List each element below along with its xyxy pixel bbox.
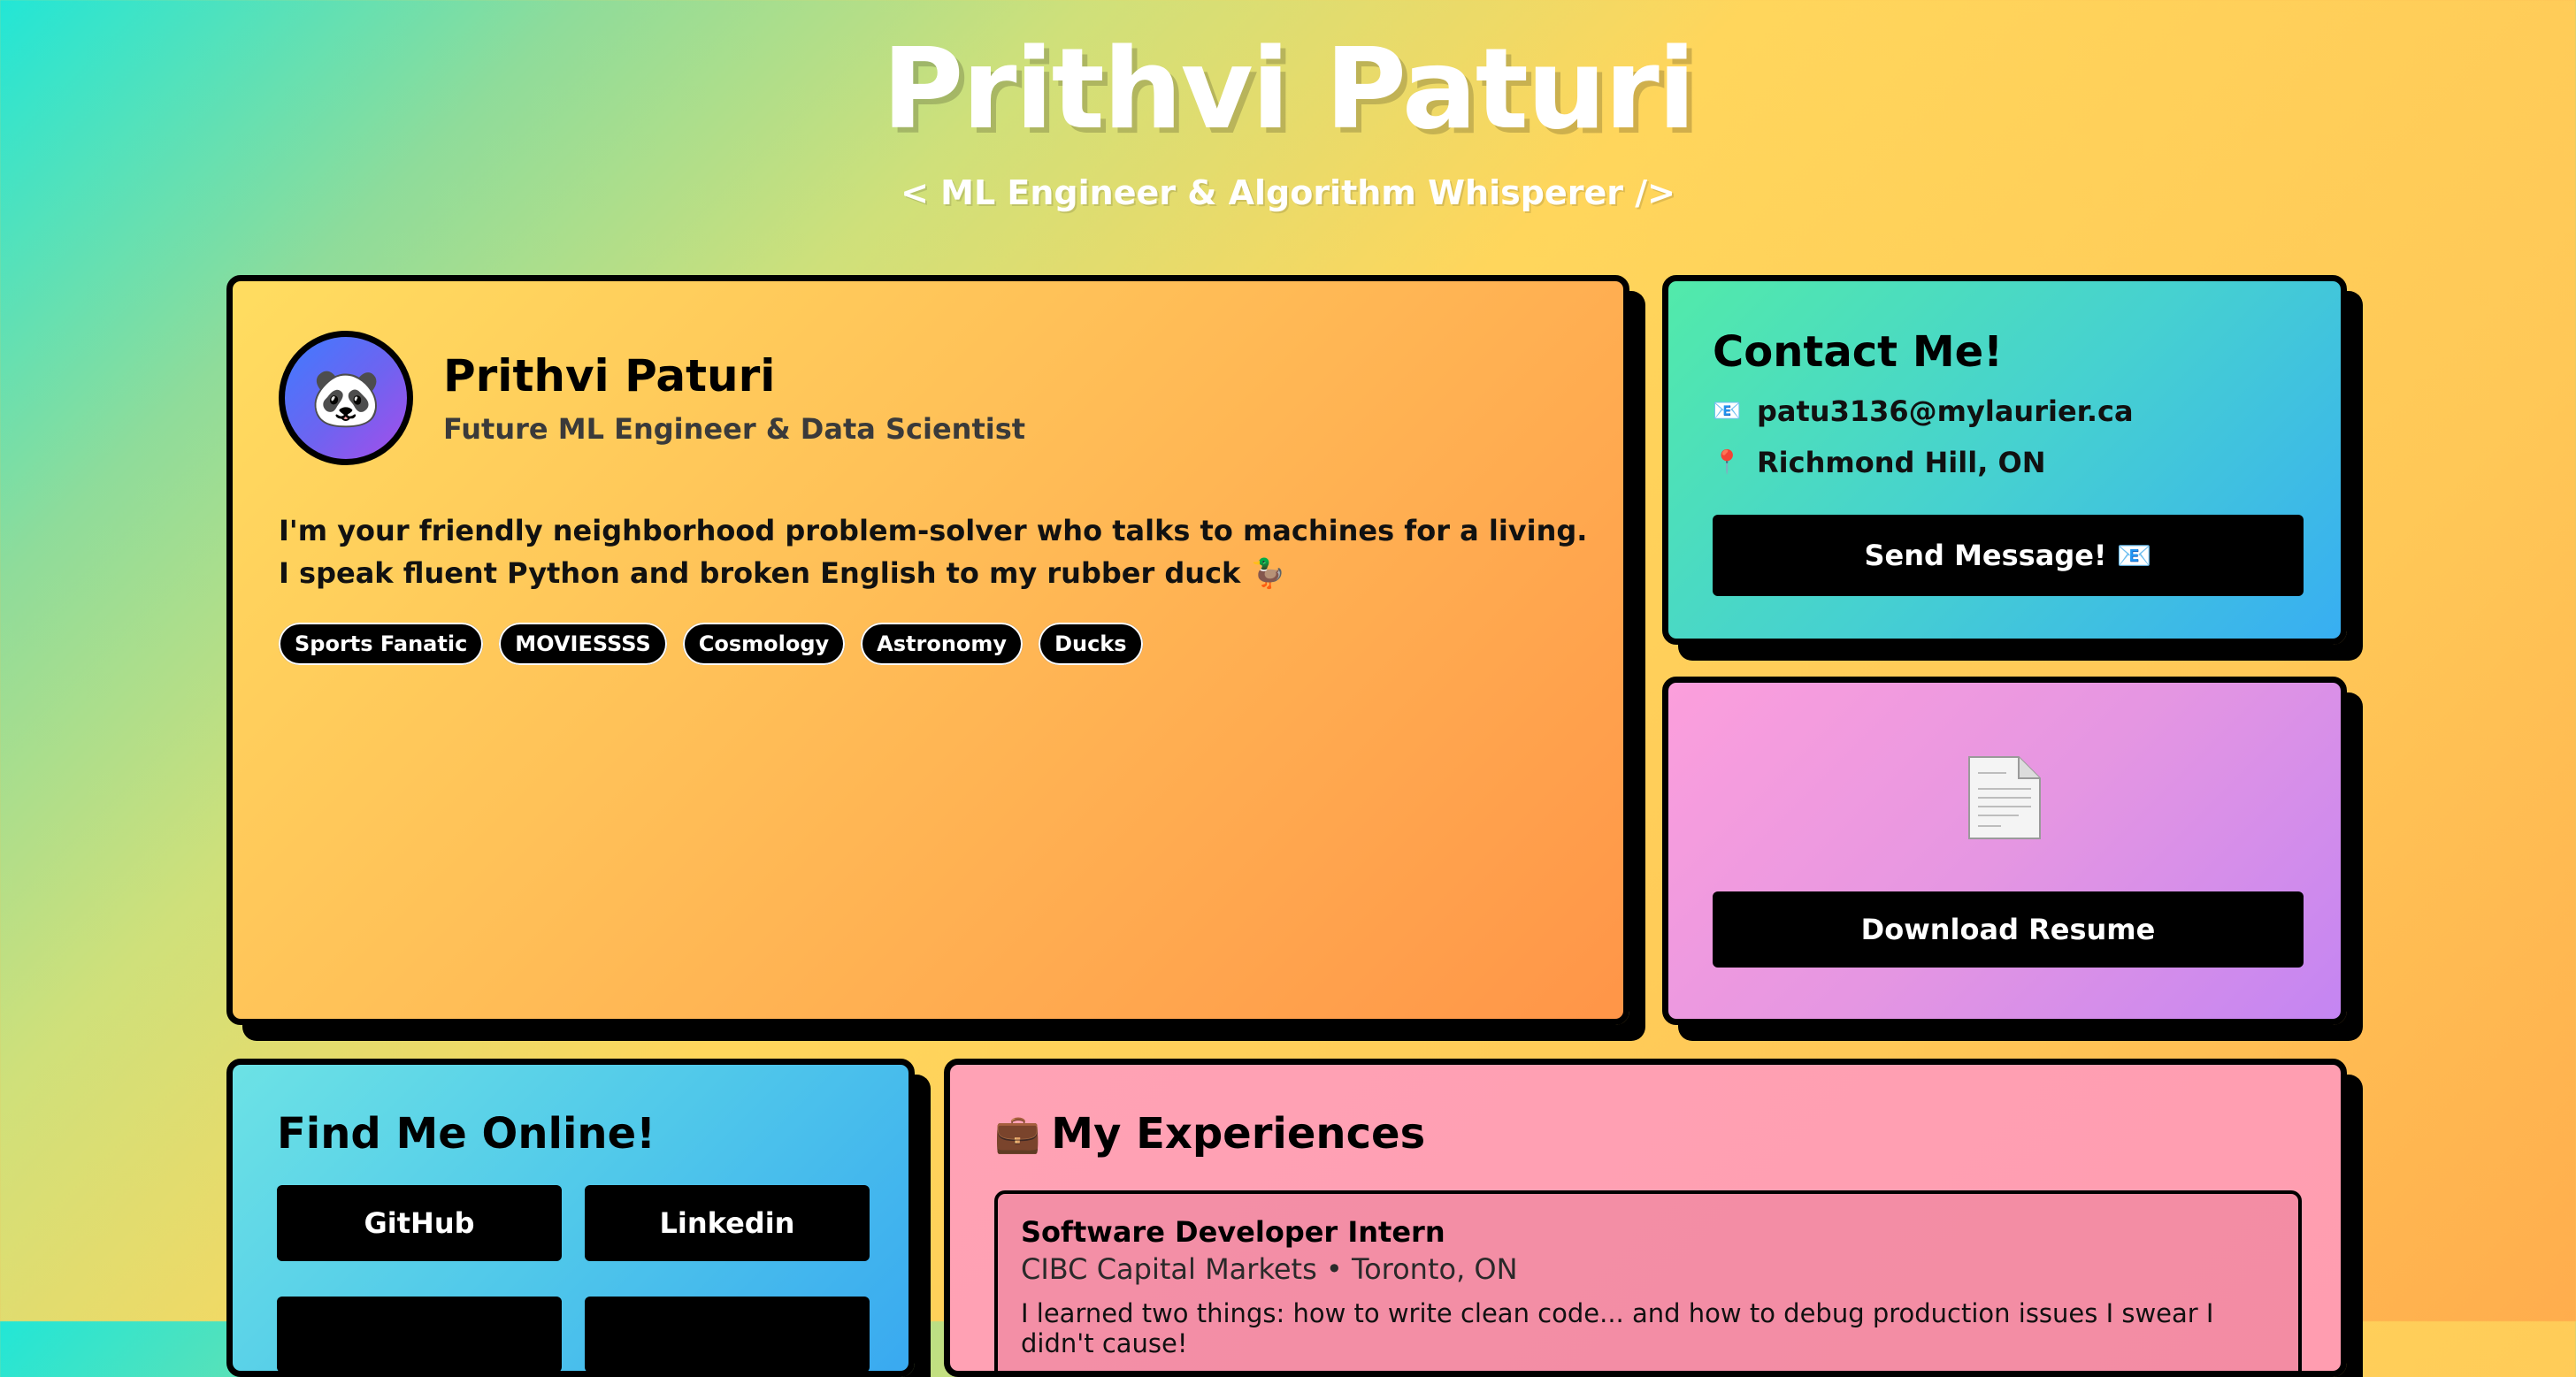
tag-sports-fanatic: Sports Fanatic xyxy=(279,623,484,665)
experiences-heading-row: 💼 My Experiences xyxy=(994,1109,2296,1159)
profile-row: 🐼 Prithvi Paturi Future ML Engineer & Da… xyxy=(279,331,1577,465)
online-links: GitHub Linkedin xyxy=(277,1185,870,1371)
email-text[interactable]: patu3136@mylaurier.ca xyxy=(1757,394,2134,428)
email-icon: 📧 xyxy=(1713,398,1742,425)
download-resume-button[interactable]: Download Resume xyxy=(1713,891,2304,968)
profile-text: Prithvi Paturi Future ML Engineer & Data… xyxy=(443,350,1025,446)
experience-item: Software Developer Intern CIBC Capital M… xyxy=(994,1190,2302,1371)
resume-icon-wrap xyxy=(1713,754,2296,845)
resume-card: Download Resume xyxy=(1662,677,2347,1025)
profile-name: Prithvi Paturi xyxy=(443,350,776,402)
panda-icon: 🐼 xyxy=(310,365,381,432)
about-card: 🐼 Prithvi Paturi Future ML Engineer & Da… xyxy=(226,275,1629,1025)
site-subtitle: < ML Engineer & Algorithm Whisperer /> xyxy=(901,173,1675,212)
contact-location: 📍 Richmond Hill, ON xyxy=(1713,446,2296,479)
online-button-3[interactable] xyxy=(277,1297,562,1371)
tag-movies: MOVIESSSS xyxy=(499,623,667,665)
online-button-4[interactable] xyxy=(585,1297,870,1371)
tag-cosmology: Cosmology xyxy=(682,623,846,665)
contact-email: 📧 patu3136@mylaurier.ca xyxy=(1713,394,2296,428)
interest-tags: Sports Fanatic MOVIESSSS Cosmology Astro… xyxy=(279,623,1577,665)
github-button[interactable]: GitHub xyxy=(277,1185,562,1261)
profile-role: Future ML Engineer & Data Scientist xyxy=(443,412,1026,446)
tag-astronomy: Astronomy xyxy=(861,623,1024,665)
document-icon xyxy=(1968,756,2041,839)
contact-heading: Contact Me! xyxy=(1713,327,2004,377)
experiences-heading: My Experiences xyxy=(1051,1109,1426,1159)
briefcase-icon: 💼 xyxy=(994,1112,1041,1155)
location-text: Richmond Hill, ON xyxy=(1757,446,2046,479)
linkedin-button[interactable]: Linkedin xyxy=(585,1185,870,1261)
experience-description: I learned two things: how to write clean… xyxy=(1021,1298,2214,1358)
send-message-button[interactable]: Send Message! 📧 xyxy=(1713,515,2304,596)
experience-company: CIBC Capital Markets • Toronto, ON xyxy=(1021,1252,1518,1286)
online-card: Find Me Online! GitHub Linkedin xyxy=(226,1059,915,1377)
site-title: Prithvi Paturi xyxy=(881,24,1696,154)
experience-title: Software Developer Intern xyxy=(1021,1215,1445,1249)
contact-card: Contact Me! 📧 patu3136@mylaurier.ca 📍 Ri… xyxy=(1662,275,2347,645)
location-pin-icon: 📍 xyxy=(1713,449,1742,476)
avatar: 🐼 xyxy=(279,331,413,465)
bio-text: I'm your friendly neighborhood problem-s… xyxy=(279,514,1588,590)
experiences-card: 💼 My Experiences Software Developer Inte… xyxy=(944,1059,2347,1377)
tag-ducks: Ducks xyxy=(1039,623,1143,665)
online-heading: Find Me Online! xyxy=(277,1109,656,1159)
